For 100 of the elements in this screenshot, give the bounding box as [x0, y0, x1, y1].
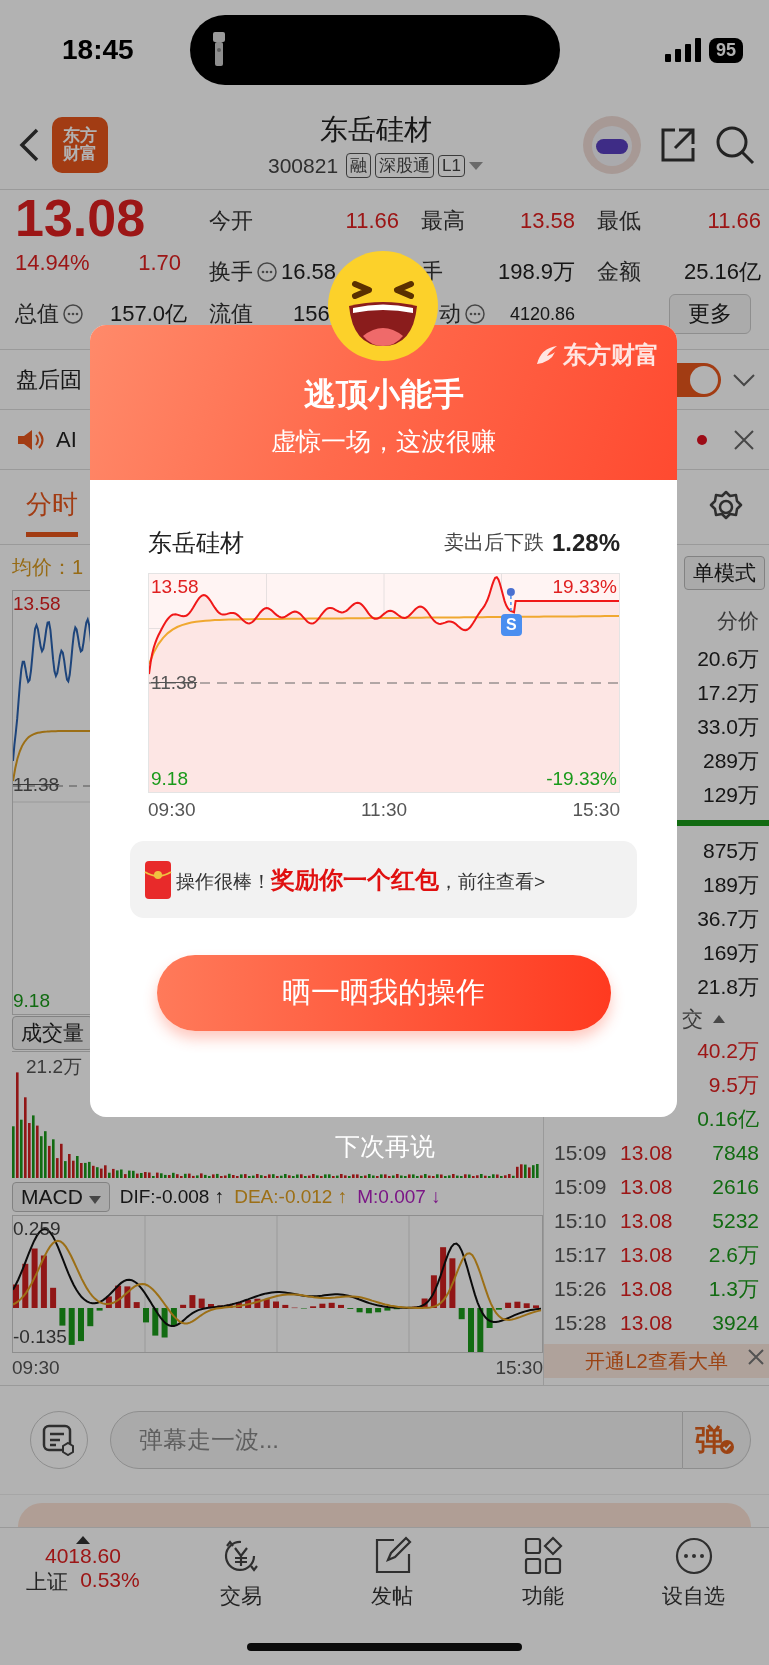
- search-icon[interactable]: [715, 124, 755, 165]
- histogram-bar: [254, 1298, 261, 1308]
- field-value: 11.66: [345, 208, 399, 234]
- back-icon[interactable]: [18, 126, 40, 163]
- info-icon[interactable]: [257, 262, 277, 282]
- histogram-bar: [319, 1303, 326, 1308]
- stock-tag: 融: [346, 153, 372, 178]
- indicator-value: DIF:-0.008 ↑: [119, 1186, 225, 1208]
- clock-time: 18:45: [62, 34, 135, 66]
- histogram-bar: [180, 1304, 187, 1308]
- trade-time: 15:28: [554, 1311, 608, 1335]
- axis-label: 19.33%: [552, 576, 617, 598]
- sell-marker: S: [500, 614, 522, 636]
- close-icon[interactable]: [733, 428, 755, 451]
- caret-icon[interactable]: [469, 160, 483, 171]
- robot-avatar-icon[interactable]: [583, 115, 641, 174]
- histogram-bar: [198, 1298, 205, 1308]
- volume-value: 129万: [702, 782, 759, 808]
- histogram-bar: [152, 1308, 159, 1336]
- trade-price: 13.08: [620, 1277, 674, 1301]
- trade-time: 15:09: [554, 1141, 608, 1165]
- field-value: 25.16亿: [683, 258, 761, 286]
- trade-volume: 1.3万: [708, 1276, 759, 1302]
- nav-item[interactable]: 发帖: [316, 1536, 468, 1637]
- trade-price: 13.08: [620, 1243, 674, 1267]
- change-amount: 1.70: [138, 250, 181, 277]
- field-value: 156: [293, 301, 330, 327]
- histogram-bar: [523, 1303, 530, 1308]
- info-icon[interactable]: [465, 304, 485, 324]
- time-label: 15:30: [572, 799, 620, 821]
- reward-text: 操作很棒！奖励你一个红包，前往查看>: [176, 864, 546, 895]
- histogram-bar: [40, 1255, 47, 1308]
- histogram-bar: [208, 1304, 214, 1308]
- signal-icon: [664, 38, 701, 62]
- histogram-bar: [514, 1301, 521, 1308]
- histogram-bar: [133, 1302, 140, 1308]
- result-value: 1.28%: [551, 528, 620, 557]
- mode-button[interactable]: 单模式: [684, 555, 765, 590]
- field-label: 今开: [209, 207, 253, 235]
- brand-name: 东方财富: [563, 340, 659, 370]
- comment-input[interactable]: 弹幕走一波...: [110, 1411, 683, 1469]
- change-percent: 14.94%: [15, 250, 90, 277]
- histogram-bar: [96, 1308, 103, 1311]
- axis-label: 9.18: [13, 990, 50, 1012]
- histogram-bar: [477, 1308, 484, 1352]
- caret-up-icon[interactable]: [75, 1536, 90, 1544]
- volume-value: 21.8万: [697, 974, 759, 1000]
- histogram-bar: [87, 1308, 94, 1327]
- axis-label: 13.58: [13, 593, 61, 615]
- caret-down-icon[interactable]: [88, 1196, 101, 1204]
- volume-button[interactable]: 成交量: [12, 1016, 93, 1050]
- volume-value: 169万: [702, 940, 759, 966]
- histogram-bar: [189, 1295, 196, 1308]
- time-label: 09:30: [148, 799, 196, 821]
- histogram-bar: [282, 1304, 289, 1308]
- result-label: 卖出后下跌: [443, 530, 544, 555]
- reward-banner[interactable]: 操作很棒！奖励你一个红包，前往查看>: [130, 841, 637, 918]
- histogram-bar: [328, 1302, 335, 1308]
- notice-label: AI: [56, 426, 77, 453]
- index-value: 4018.60: [44, 1544, 121, 1568]
- average-price-label: 均价：1: [12, 555, 84, 580]
- axis-label: 9.18: [151, 768, 188, 790]
- more-button[interactable]: 更多: [669, 294, 751, 334]
- trade-volume: 7848: [712, 1141, 759, 1165]
- field-label: 最高: [421, 207, 465, 235]
- axis-label: 11.38: [13, 774, 60, 796]
- field-value: 11.66: [707, 208, 761, 234]
- histogram-bar: [13, 1284, 19, 1308]
- notice-label: 盘后固: [16, 365, 82, 394]
- sell-point-icon: [506, 588, 515, 596]
- indicator-dropdown[interactable]: MACD: [12, 1182, 110, 1212]
- histogram-bar: [430, 1275, 437, 1308]
- histogram-bar: [440, 1247, 447, 1308]
- volume-value: 33.0万: [697, 714, 759, 740]
- nav-item[interactable]: 设自选: [618, 1536, 769, 1637]
- field-value: 4120.86: [509, 303, 575, 325]
- stock-name: 东岳硅材: [319, 113, 432, 147]
- trade-time: 15:26: [554, 1277, 608, 1301]
- current-price: 13.08: [15, 192, 147, 249]
- histogram-bar: [59, 1308, 66, 1326]
- info-icon[interactable]: [63, 304, 83, 324]
- trade-time: 15:10: [554, 1209, 608, 1233]
- trade-time: 15:17: [554, 1243, 608, 1267]
- histogram-bar: [384, 1308, 391, 1311]
- field-value: 157.0亿: [109, 300, 187, 328]
- index-name: 上证: [26, 1569, 69, 1595]
- trade-volume: 3924: [712, 1311, 759, 1335]
- sort-caret-icon[interactable]: [713, 1015, 725, 1023]
- nav-item[interactable]: 交易: [165, 1536, 317, 1637]
- field-label: 最低: [597, 207, 641, 235]
- time-label: 11:30: [360, 799, 408, 821]
- battery-level: 95: [708, 37, 743, 63]
- nav-item[interactable]: 功能: [467, 1536, 619, 1637]
- check-badge-icon: [720, 1440, 734, 1454]
- trade-volume: 40.2万: [697, 1038, 759, 1064]
- histogram-bar: [365, 1308, 372, 1314]
- trade-price: 13.08: [620, 1175, 674, 1199]
- histogram-bar: [263, 1299, 270, 1308]
- chevron-down-icon[interactable]: [733, 372, 755, 387]
- popup-title: 逃顶小能手: [303, 375, 464, 414]
